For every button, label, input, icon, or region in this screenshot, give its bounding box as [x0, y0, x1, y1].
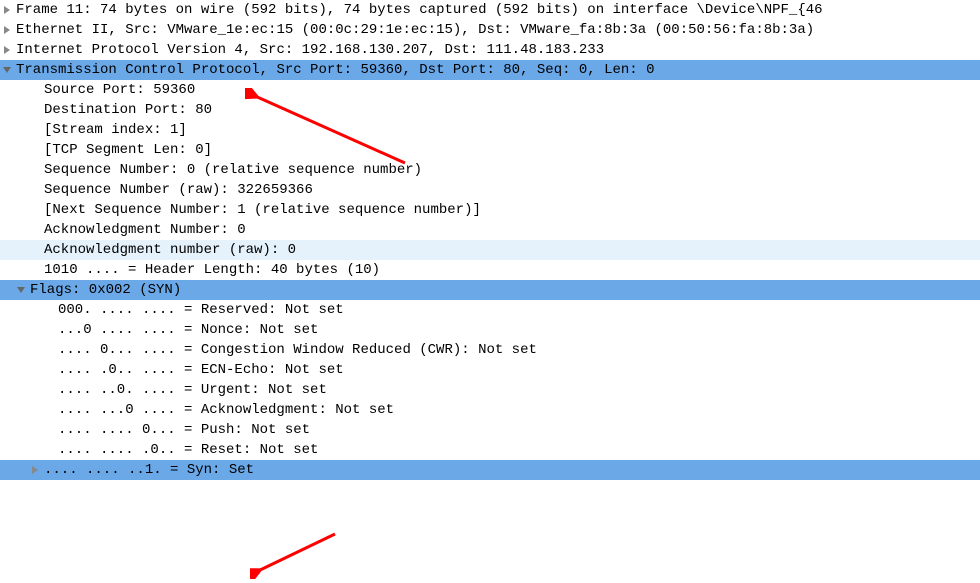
tree-row[interactable]: Frame 11: 74 bytes on wire (592 bits), 7…	[0, 0, 980, 20]
tree-row[interactable]: Sequence Number (raw): 322659366	[0, 180, 980, 200]
tree-row[interactable]: .... ..0. .... = Urgent: Not set	[0, 380, 980, 400]
tree-row[interactable]: Transmission Control Protocol, Src Port:…	[0, 60, 980, 80]
tree-row-text: .... ..0. .... = Urgent: Not set	[56, 380, 327, 400]
tree-row-text: Frame 11: 74 bytes on wire (592 bits), 7…	[14, 0, 823, 20]
chevron-right-icon[interactable]	[0, 46, 14, 54]
tree-row-text: Acknowledgment Number: 0	[42, 220, 246, 240]
tree-row[interactable]: .... .... .0.. = Reset: Not set	[0, 440, 980, 460]
tree-row-text: [Next Sequence Number: 1 (relative seque…	[42, 200, 481, 220]
tree-row-text: 1010 .... = Header Length: 40 bytes (10)	[42, 260, 380, 280]
tree-row-text: Ethernet II, Src: VMware_1e:ec:15 (00:0c…	[14, 20, 814, 40]
chevron-down-icon[interactable]	[14, 286, 28, 294]
tree-row[interactable]: Flags: 0x002 (SYN)	[0, 280, 980, 300]
tree-row-text: .... 0... .... = Congestion Window Reduc…	[56, 340, 537, 360]
packet-details-tree: Frame 11: 74 bytes on wire (592 bits), 7…	[0, 0, 980, 480]
chevron-right-icon[interactable]	[28, 466, 42, 474]
tree-row[interactable]: [TCP Segment Len: 0]	[0, 140, 980, 160]
tree-row-text: .... .0.. .... = ECN-Echo: Not set	[56, 360, 344, 380]
tree-row[interactable]: Internet Protocol Version 4, Src: 192.16…	[0, 40, 980, 60]
tree-row[interactable]: ...0 .... .... = Nonce: Not set	[0, 320, 980, 340]
tree-row-text: [TCP Segment Len: 0]	[42, 140, 212, 160]
tree-row[interactable]: 000. .... .... = Reserved: Not set	[0, 300, 980, 320]
tree-row-text: .... ...0 .... = Acknowledgment: Not set	[56, 400, 394, 420]
tree-row-text: ...0 .... .... = Nonce: Not set	[56, 320, 318, 340]
tree-row-text: Destination Port: 80	[42, 100, 212, 120]
tree-row[interactable]: Acknowledgment Number: 0	[0, 220, 980, 240]
tree-row-text: Internet Protocol Version 4, Src: 192.16…	[14, 40, 604, 60]
tree-row[interactable]: .... .... 0... = Push: Not set	[0, 420, 980, 440]
tree-row-text: Transmission Control Protocol, Src Port:…	[14, 60, 980, 80]
tree-row-text: .... .... .0.. = Reset: Not set	[56, 440, 318, 460]
tree-row[interactable]: Destination Port: 80	[0, 100, 980, 120]
chevron-down-icon[interactable]	[0, 66, 14, 74]
tree-row[interactable]: [Stream index: 1]	[0, 120, 980, 140]
tree-row-text: .... .... 0... = Push: Not set	[56, 420, 310, 440]
tree-row[interactable]: .... ...0 .... = Acknowledgment: Not set	[0, 400, 980, 420]
tree-row-text: Sequence Number: 0 (relative sequence nu…	[42, 160, 422, 180]
tree-row-text: Flags: 0x002 (SYN)	[28, 280, 980, 300]
tree-row[interactable]: Source Port: 59360	[0, 80, 980, 100]
tree-row[interactable]: .... .... ..1. = Syn: Set	[0, 460, 980, 480]
tree-row[interactable]: [Next Sequence Number: 1 (relative seque…	[0, 200, 980, 220]
tree-row[interactable]: Ethernet II, Src: VMware_1e:ec:15 (00:0c…	[0, 20, 980, 40]
tree-row[interactable]: Acknowledgment number (raw): 0	[0, 240, 980, 260]
chevron-right-icon[interactable]	[0, 6, 14, 14]
tree-row[interactable]: 1010 .... = Header Length: 40 bytes (10)	[0, 260, 980, 280]
tree-row-text: Acknowledgment number (raw): 0	[42, 240, 980, 260]
tree-row-text: [Stream index: 1]	[42, 120, 187, 140]
tree-row-text: .... .... ..1. = Syn: Set	[42, 460, 980, 480]
tree-row-text: Source Port: 59360	[42, 80, 195, 100]
annotation-arrow-syn	[250, 529, 370, 579]
tree-row[interactable]: .... 0... .... = Congestion Window Reduc…	[0, 340, 980, 360]
tree-row[interactable]: Sequence Number: 0 (relative sequence nu…	[0, 160, 980, 180]
tree-row-text: 000. .... .... = Reserved: Not set	[56, 300, 344, 320]
tree-row[interactable]: .... .0.. .... = ECN-Echo: Not set	[0, 360, 980, 380]
tree-row-text: Sequence Number (raw): 322659366	[42, 180, 313, 200]
chevron-right-icon[interactable]	[0, 26, 14, 34]
